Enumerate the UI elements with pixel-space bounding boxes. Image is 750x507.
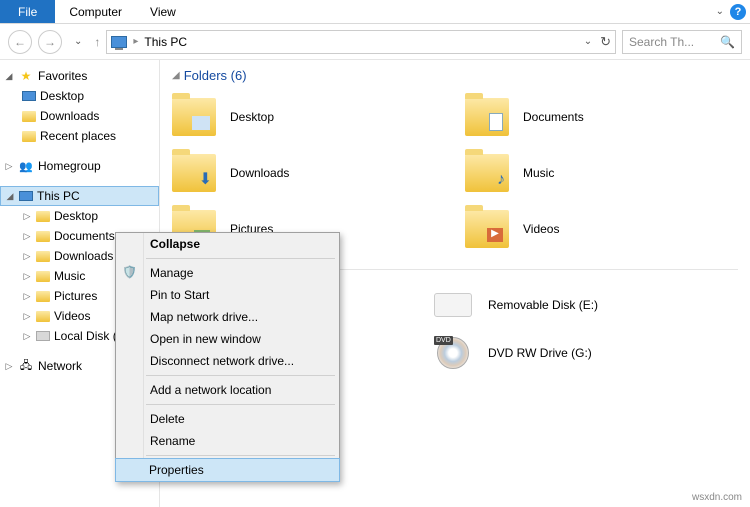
- device-dvd-drive[interactable]: DVD RW Drive (G:): [432, 332, 738, 374]
- watermark: wsxdn.com: [692, 492, 742, 503]
- ctx-pin-to-start[interactable]: Pin to Start: [116, 284, 339, 306]
- forward-button[interactable]: →: [38, 30, 62, 54]
- tree-homegroup[interactable]: ▷👥 Homegroup: [0, 156, 159, 176]
- ctx-manage[interactable]: 🛡️Manage: [116, 262, 339, 284]
- ribbon-expand-icon[interactable]: ⌄: [710, 6, 730, 17]
- ctx-collapse[interactable]: Collapse: [116, 233, 339, 255]
- search-input[interactable]: Search Th... 🔍: [622, 30, 742, 54]
- tree-item-downloads[interactable]: Downloads: [0, 106, 159, 126]
- folder-downloads[interactable]: ⬇Downloads: [172, 147, 445, 199]
- ctx-delete[interactable]: Delete: [116, 408, 339, 430]
- context-menu: Collapse 🛡️Manage Pin to Start Map netwo…: [115, 232, 340, 482]
- tree-item-desktop2[interactable]: ▷Desktop: [0, 206, 159, 226]
- search-icon: 🔍: [720, 35, 735, 49]
- tree-favorites[interactable]: ◢★ Favorites: [0, 66, 159, 86]
- ribbon-tab-computer[interactable]: Computer: [55, 0, 136, 23]
- folders-section-header[interactable]: ◢ Folders (6): [172, 68, 738, 83]
- ctx-add-network-location[interactable]: Add a network location: [116, 379, 339, 401]
- disclosure-icon: ◢: [172, 70, 180, 81]
- up-button[interactable]: ↑: [94, 35, 100, 49]
- history-dropdown-icon[interactable]: ⌄: [68, 36, 88, 47]
- breadcrumb-sep-icon: ▸: [133, 36, 138, 47]
- ctx-properties[interactable]: Properties: [115, 458, 340, 482]
- folder-videos[interactable]: ▶Videos: [465, 203, 738, 255]
- refresh-button[interactable]: ↻: [600, 34, 611, 50]
- folder-desktop[interactable]: Desktop: [172, 91, 445, 143]
- back-button[interactable]: ←: [8, 30, 32, 54]
- help-icon[interactable]: ?: [730, 4, 746, 20]
- ribbon-file-tab[interactable]: File: [0, 0, 55, 23]
- folder-music[interactable]: ♪Music: [465, 147, 738, 199]
- tree-this-pc[interactable]: ◢ This PC: [0, 186, 159, 206]
- ctx-rename[interactable]: Rename: [116, 430, 339, 452]
- tree-item-recent[interactable]: Recent places: [0, 126, 159, 146]
- search-placeholder: Search Th...: [629, 35, 694, 49]
- pc-icon: [111, 36, 127, 48]
- removable-disk-icon: [434, 293, 472, 317]
- ctx-map-network-drive[interactable]: Map network drive...: [116, 306, 339, 328]
- dvd-icon: [437, 337, 469, 369]
- ribbon-tab-view[interactable]: View: [136, 0, 190, 23]
- ctx-disconnect-network-drive[interactable]: Disconnect network drive...: [116, 350, 339, 372]
- address-location: This PC: [144, 35, 187, 49]
- ctx-open-new-window[interactable]: Open in new window: [116, 328, 339, 350]
- tree-item-desktop[interactable]: Desktop: [0, 86, 159, 106]
- address-dropdown-icon[interactable]: ⌄: [584, 36, 592, 47]
- tree-favorites-label: Favorites: [38, 69, 87, 83]
- device-removable-disk[interactable]: Removable Disk (E:): [432, 284, 738, 326]
- shield-icon: 🛡️: [122, 265, 137, 279]
- address-bar[interactable]: ▸ This PC ⌄ ↻: [106, 30, 616, 54]
- folder-documents[interactable]: Documents: [465, 91, 738, 143]
